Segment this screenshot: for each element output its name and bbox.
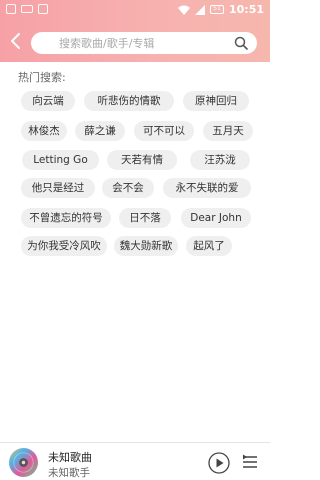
hot-search-tag[interactable]: 薛之谦 [75,121,125,141]
header-bar: 51 10:51 [0,0,270,62]
back-arrow-icon[interactable] [8,32,24,50]
hot-search-tag[interactable]: 日不落 [119,208,171,228]
wifi-icon [177,5,190,15]
playlist-icon[interactable] [242,454,258,470]
hot-search-tag[interactable]: 为你我受冷风吹 [21,236,107,256]
play-icon[interactable] [208,452,230,474]
keyboard-icon [21,5,33,13]
hot-search-tag[interactable]: 汪苏泷 [190,150,250,170]
hot-search-tag[interactable]: 他只是经过 [21,178,95,198]
hot-search-tag[interactable]: 天若有情 [107,150,177,170]
hot-search-tag[interactable]: Letting Go [22,150,99,170]
hot-search-tag[interactable]: 原神回归 [183,91,249,111]
song-title: 未知歌曲 [48,451,92,464]
mini-player[interactable]: 未知歌曲 未知歌手 [0,442,270,480]
hot-search-tag[interactable]: 向云端 [21,91,75,111]
hot-search-tag[interactable]: 永不失联的爱 [163,178,251,198]
search-bar[interactable] [31,32,257,54]
battery-icon: 51 [209,5,224,14]
hot-search-tag[interactable]: 听悲伤的情歌 [84,91,174,111]
search-icon[interactable] [234,36,248,50]
battery-level: 51 [213,5,221,12]
hot-search-tag[interactable]: 不曾遗忘的符号 [21,208,111,228]
status-bar: 51 10:51 [0,0,270,22]
hot-search-tag[interactable]: 林俊杰 [21,121,67,141]
status-time: 10:51 [228,3,264,16]
hot-search-tag[interactable]: 五月天 [203,121,253,141]
song-artist: 未知歌手 [48,467,90,479]
hot-search-title: 热门搜索: [18,71,66,84]
hot-search-tag[interactable]: 起风了 [186,236,232,256]
hot-search-tag[interactable]: 魏大勋新歌 [114,236,178,256]
hot-search-tag[interactable]: Dear John [181,208,251,228]
download-icon [38,4,48,14]
notification-icon [6,4,16,14]
album-disc-icon[interactable] [8,447,39,478]
hot-search-tag[interactable]: 可不可以 [134,121,194,141]
hot-search-tag[interactable]: 会不会 [102,178,154,198]
search-input[interactable] [59,36,219,50]
signal-icon [194,4,205,15]
